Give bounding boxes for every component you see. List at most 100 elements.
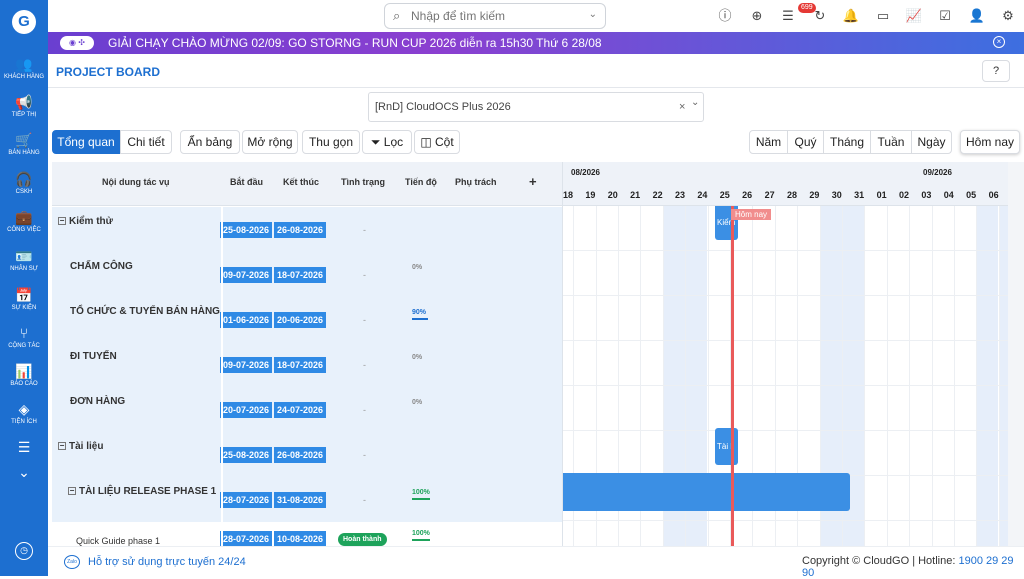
start-date[interactable]: 09-07-2026 (220, 357, 272, 373)
end-date[interactable]: 20-06-2026 (274, 312, 326, 328)
header-task[interactable]: Nội dung tác vụ (102, 177, 170, 187)
chevron-down-icon[interactable]: ⌄ (691, 97, 699, 108)
clear-icon[interactable]: × (679, 101, 685, 113)
end-date[interactable]: 26-08-2026 (274, 447, 326, 463)
range-year[interactable]: Năm (749, 130, 788, 154)
header-end[interactable]: Kết thúc (283, 177, 319, 187)
table-row[interactable]: ĐI TUYẾN 09-07-2026 18-07-2026 - 0% (52, 342, 562, 387)
user-icon[interactable]: 👤 (968, 8, 986, 24)
sidebar-item-7[interactable]: ⑂ CỘNG TÁC (0, 324, 48, 362)
add-column-button[interactable]: + (529, 174, 537, 189)
filter-button[interactable]: ⏷ Lọc (362, 130, 412, 154)
sidebar-item-0[interactable]: 👥 KHÁCH HÀNG (0, 55, 48, 93)
hide-table-button[interactable]: Ẩn bảng (180, 130, 240, 154)
search-input[interactable] (411, 7, 581, 25)
sidebar-item-1[interactable]: 📢 TIẾP THỊ (0, 93, 48, 131)
tab-detail[interactable]: Chi tiết (120, 130, 172, 154)
progress-text: 90% (412, 309, 427, 316)
table-row[interactable]: TỔ CHỨC & TUYỂN BÁN HÀNG 01-06-2026 20-06-… (52, 297, 562, 342)
support-link[interactable]: Hỗ trợ sử dụng trực tuyến 24/24 (88, 556, 246, 568)
zalo-icon[interactable]: Zalo (64, 555, 80, 569)
end-date[interactable]: 10-08-2026 (274, 531, 326, 546)
chart-line-icon[interactable]: 📈 (905, 8, 923, 24)
table-row[interactable]: − Kiểm thử 25-08-2026 26-08-2026 - (52, 207, 562, 252)
gear-icon[interactable]: ⚙ (999, 8, 1017, 24)
header-status[interactable]: Tình trạng (341, 177, 385, 187)
end-date[interactable]: 31-08-2026 (274, 492, 326, 508)
task-name[interactable]: CHẤM CÔNG (70, 260, 220, 274)
sidebar: G 👥 KHÁCH HÀNG 📢 TIẾP THỊ 🛒 BÁN HÀNG 🎧 CSKH 💼 CÔN… (0, 0, 48, 576)
table-row[interactable]: − TÀI LIỆU RELEASE PHASE 1 28-07-2026 31-08… (52, 477, 562, 522)
task-name[interactable]: − TÀI LIỆU RELEASE PHASE 1 (68, 485, 218, 499)
start-date[interactable]: 20-07-2026 (220, 402, 272, 418)
header-start[interactable]: Bắt đầu (230, 177, 263, 187)
task-name[interactable]: − Kiểm thử (58, 215, 208, 229)
task-name[interactable]: ĐI TUYẾN (70, 350, 220, 364)
task-name[interactable]: ĐƠN HÀNG (70, 395, 220, 409)
range-week[interactable]: Tuần (870, 130, 912, 154)
start-date[interactable]: 25-08-2026 (220, 447, 272, 463)
sidebar-item-label: CÔNG VIỆC (7, 227, 41, 233)
gantt-bar[interactable] (563, 473, 850, 511)
day-label: 26 (742, 190, 753, 200)
collapse-toggle-icon[interactable]: − (58, 217, 66, 226)
task-name[interactable]: TỔ CHỨC & TUYỂN BÁN HÀNG (70, 305, 220, 319)
info-icon[interactable]: ⓘ (716, 8, 734, 24)
task-name[interactable]: Quick Guide phase 1 (76, 534, 226, 546)
table-row[interactable]: ĐƠN HÀNG 20-07-2026 24-07-2026 - 0% (52, 387, 562, 432)
start-date[interactable]: 28-07-2026 (220, 531, 272, 546)
table-row[interactable]: Quick Guide phase 1 28-07-2026 10-08-2026 H… (52, 522, 562, 546)
sidebar-item-6[interactable]: 📅 SỰ KIỆN (0, 286, 48, 324)
clock-icon[interactable]: ◷ (15, 542, 33, 560)
sidebar-item-11[interactable]: ⌄ (0, 463, 48, 501)
progress-indicator: 100% (412, 489, 430, 500)
header-progress[interactable]: Tiến độ (405, 177, 437, 187)
range-day[interactable]: Ngày (911, 130, 952, 154)
sidebar-item-8[interactable]: 📊 BÁO CÁO (0, 362, 48, 400)
checkbox-icon[interactable]: ☑ (936, 8, 954, 24)
start-date[interactable]: 28-07-2026 (220, 492, 272, 508)
start-date[interactable]: 09-07-2026 (220, 267, 272, 283)
collapse-toggle-icon[interactable]: − (58, 442, 66, 451)
bell-icon[interactable]: 🔔 (842, 8, 860, 24)
end-date[interactable]: 24-07-2026 (274, 402, 326, 418)
app-logo[interactable]: G (12, 10, 36, 34)
sidebar-item-2[interactable]: 🛒 BÁN HÀNG (0, 131, 48, 169)
range-quarter[interactable]: Quý (787, 130, 824, 154)
collapse-toggle-icon[interactable]: − (68, 487, 76, 496)
add-circle-icon[interactable]: ⊕ (748, 8, 766, 24)
end-date[interactable]: 18-07-2026 (274, 267, 326, 283)
today-button[interactable]: Hôm nay (960, 130, 1020, 154)
chevron-down-icon[interactable]: ⌄ (589, 9, 597, 20)
end-date[interactable]: 18-07-2026 (274, 357, 326, 373)
gantt-bar[interactable]: Tài l (715, 428, 738, 465)
columns-button[interactable]: ◫ Cột (414, 130, 460, 154)
progress-indicator: 90% (412, 309, 429, 320)
sidebar-item-3[interactable]: 🎧 CSKH (0, 170, 48, 208)
list-icon[interactable]: ☰ (779, 8, 797, 24)
collapse-button[interactable]: Thu gọn (302, 130, 360, 154)
expand-button[interactable]: Mở rộng (242, 130, 298, 154)
project-select[interactable]: [RnD] CloudOCS Plus 2026 × ⌄ (368, 92, 704, 122)
sidebar-item-4[interactable]: 💼 CÔNG VIỆC (0, 208, 48, 246)
tab-overview[interactable]: Tổng quan (52, 130, 120, 154)
close-icon[interactable]: × (993, 36, 1005, 48)
table-row[interactable]: CHẤM CÔNG 09-07-2026 18-07-2026 - 0% (52, 252, 562, 297)
header-owner[interactable]: Phụ trách (455, 177, 497, 187)
day-label: 03 (921, 190, 932, 200)
progress-text: 100% (412, 489, 430, 496)
help-icon[interactable]: ? (982, 60, 1010, 82)
calendar-icon[interactable]: ▭ (874, 8, 892, 24)
sidebar-item-9[interactable]: ◈ TIỆN ÍCH (0, 400, 48, 438)
table-row[interactable]: − Tài liệu 25-08-2026 26-08-2026 - (52, 432, 562, 477)
range-month[interactable]: Tháng (823, 130, 871, 154)
sidebar-item-5[interactable]: 🪪 NHÂN SỰ (0, 247, 48, 285)
scrollbar[interactable] (1008, 162, 1024, 546)
start-date[interactable]: 01-06-2026 (220, 312, 272, 328)
end-date[interactable]: 26-08-2026 (274, 222, 326, 238)
start-date[interactable]: 25-08-2026 (220, 222, 272, 238)
task-name[interactable]: − Tài liệu (58, 440, 208, 454)
banner-text[interactable]: GIẢI CHẠY CHÀO MỪNG 02/09: GO STORNG - R… (108, 36, 602, 50)
megaphone-icon: 📢 (15, 94, 33, 110)
search-box[interactable]: ⌕ ⌄ (384, 3, 606, 29)
